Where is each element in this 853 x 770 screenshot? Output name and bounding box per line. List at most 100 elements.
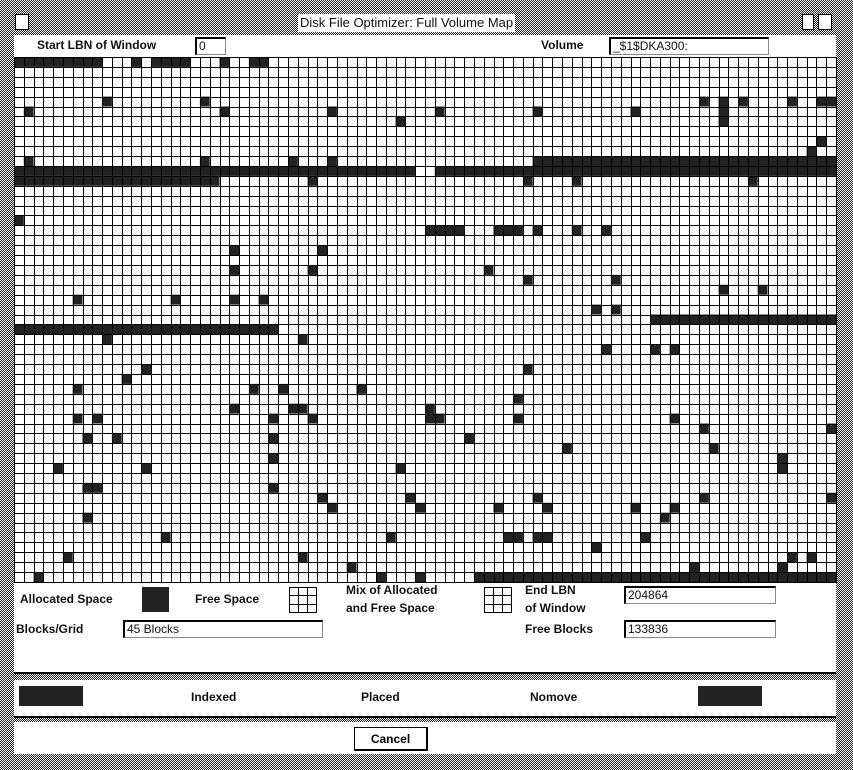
allocated-cell[interactable] <box>102 96 112 107</box>
allocated-cell[interactable] <box>288 403 308 414</box>
allocated-cell[interactable] <box>53 463 63 473</box>
allocated-cell[interactable] <box>659 512 670 523</box>
allocated-cell[interactable] <box>669 502 680 513</box>
allocated-cell[interactable] <box>92 413 103 424</box>
allocated-cell[interactable] <box>268 482 279 493</box>
allocated-cell[interactable] <box>522 274 533 285</box>
allocated-cell[interactable] <box>141 364 151 374</box>
allocated-cell[interactable] <box>532 492 543 503</box>
allocated-cell[interactable] <box>571 225 582 236</box>
allocated-cell[interactable] <box>327 156 337 166</box>
start-lbn-input[interactable]: 0 <box>195 37 226 55</box>
allocated-cell[interactable] <box>248 383 259 394</box>
allocated-cell[interactable] <box>268 433 279 444</box>
allocated-cell[interactable] <box>229 265 240 275</box>
allocated-cell[interactable] <box>62 552 73 563</box>
allocated-cell[interactable] <box>425 403 435 414</box>
allocated-cell[interactable] <box>591 542 602 553</box>
allocated-cell[interactable] <box>513 413 523 424</box>
allocated-cell[interactable] <box>415 502 425 513</box>
allocated-cell[interactable] <box>669 413 680 424</box>
allocated-cell[interactable] <box>610 304 621 315</box>
allocated-cell[interactable] <box>757 284 768 295</box>
allocated-cell[interactable] <box>395 463 406 473</box>
allocated-cell[interactable] <box>14 166 416 176</box>
allocated-cell[interactable] <box>160 532 171 543</box>
allocated-cell[interactable] <box>307 413 318 424</box>
allocated-cell[interactable] <box>601 344 611 355</box>
allocated-cell[interactable] <box>591 304 602 315</box>
volume-input[interactable]: _$1$DKA300: <box>609 37 769 55</box>
allocated-cell[interactable] <box>777 463 788 473</box>
allocated-cell[interactable] <box>669 344 680 355</box>
allocated-cell[interactable] <box>131 57 142 67</box>
allocated-cell[interactable] <box>493 225 523 236</box>
allocated-cell[interactable] <box>170 294 181 305</box>
allocated-cell[interactable] <box>777 453 788 464</box>
allocated-cell[interactable] <box>464 433 474 444</box>
allocated-cell[interactable] <box>640 532 651 543</box>
cancel-button[interactable]: Cancel <box>354 727 428 751</box>
allocated-cell[interactable] <box>121 374 132 384</box>
allocated-cell[interactable] <box>111 433 122 444</box>
allocated-cell[interactable] <box>14 215 24 226</box>
allocated-cell[interactable] <box>199 96 210 107</box>
allocated-cell[interactable] <box>522 364 533 374</box>
allocated-cell[interactable] <box>513 393 523 404</box>
allocated-cell[interactable] <box>562 443 572 454</box>
allocated-cell[interactable] <box>72 383 83 394</box>
allocated-cell[interactable] <box>307 265 318 275</box>
allocated-cell[interactable] <box>718 284 729 295</box>
allocated-cell[interactable] <box>473 572 836 582</box>
allocated-cell[interactable] <box>826 492 836 503</box>
allocated-cell[interactable] <box>787 96 797 107</box>
allocated-cell[interactable] <box>385 532 396 543</box>
allocated-cell[interactable] <box>610 274 621 285</box>
allocated-cell[interactable] <box>23 156 34 166</box>
allocated-cell[interactable] <box>199 156 210 166</box>
allocated-cell[interactable] <box>248 57 269 67</box>
allocated-cell[interactable] <box>542 502 553 513</box>
allocated-cell[interactable] <box>777 562 788 573</box>
allocated-cell[interactable] <box>747 175 758 186</box>
allocated-cell[interactable] <box>532 156 836 166</box>
allocated-cell[interactable] <box>405 492 416 503</box>
allocated-cell[interactable] <box>258 294 269 305</box>
allocated-cell[interactable] <box>738 96 748 107</box>
allocated-cell[interactable] <box>288 156 298 166</box>
allocated-cell[interactable] <box>522 175 533 186</box>
allocated-cell[interactable] <box>297 552 308 563</box>
allocated-cell[interactable] <box>571 175 582 186</box>
volume-map-grid[interactable] <box>14 57 837 583</box>
allocated-cell[interactable] <box>425 413 445 424</box>
allocated-cell[interactable] <box>141 463 151 473</box>
maximize-button[interactable] <box>818 14 832 30</box>
allocated-cell[interactable] <box>268 413 279 424</box>
allocated-cell[interactable] <box>278 383 288 394</box>
allocated-cell[interactable] <box>699 96 709 107</box>
allocated-cell[interactable] <box>601 225 611 236</box>
allocated-cell[interactable] <box>483 265 494 275</box>
allocated-cell[interactable] <box>806 146 817 157</box>
allocated-cell[interactable] <box>376 572 386 582</box>
allocated-cell[interactable] <box>33 572 44 582</box>
allocated-cell[interactable] <box>317 492 328 503</box>
allocated-cell[interactable] <box>689 562 699 573</box>
free-blocks-input[interactable]: 133836 <box>624 620 776 638</box>
allocated-cell[interactable] <box>708 443 719 454</box>
allocated-cell[interactable] <box>806 552 817 563</box>
allocated-cell[interactable] <box>72 294 83 305</box>
allocated-cell[interactable] <box>532 225 543 236</box>
end-lbn-input[interactable]: 204864 <box>624 586 776 604</box>
window-menu-button[interactable] <box>15 14 29 30</box>
allocated-cell[interactable] <box>307 175 318 186</box>
allocated-cell[interactable] <box>816 136 827 147</box>
allocated-cell[interactable] <box>102 334 112 345</box>
allocated-cell[interactable] <box>229 403 240 414</box>
allocated-cell[interactable] <box>297 334 308 345</box>
allocated-cell[interactable] <box>346 562 357 573</box>
allocated-cell[interactable] <box>151 57 191 67</box>
minimize-button[interactable] <box>802 14 814 30</box>
allocated-cell[interactable] <box>650 344 660 355</box>
allocated-cell[interactable] <box>718 116 729 127</box>
